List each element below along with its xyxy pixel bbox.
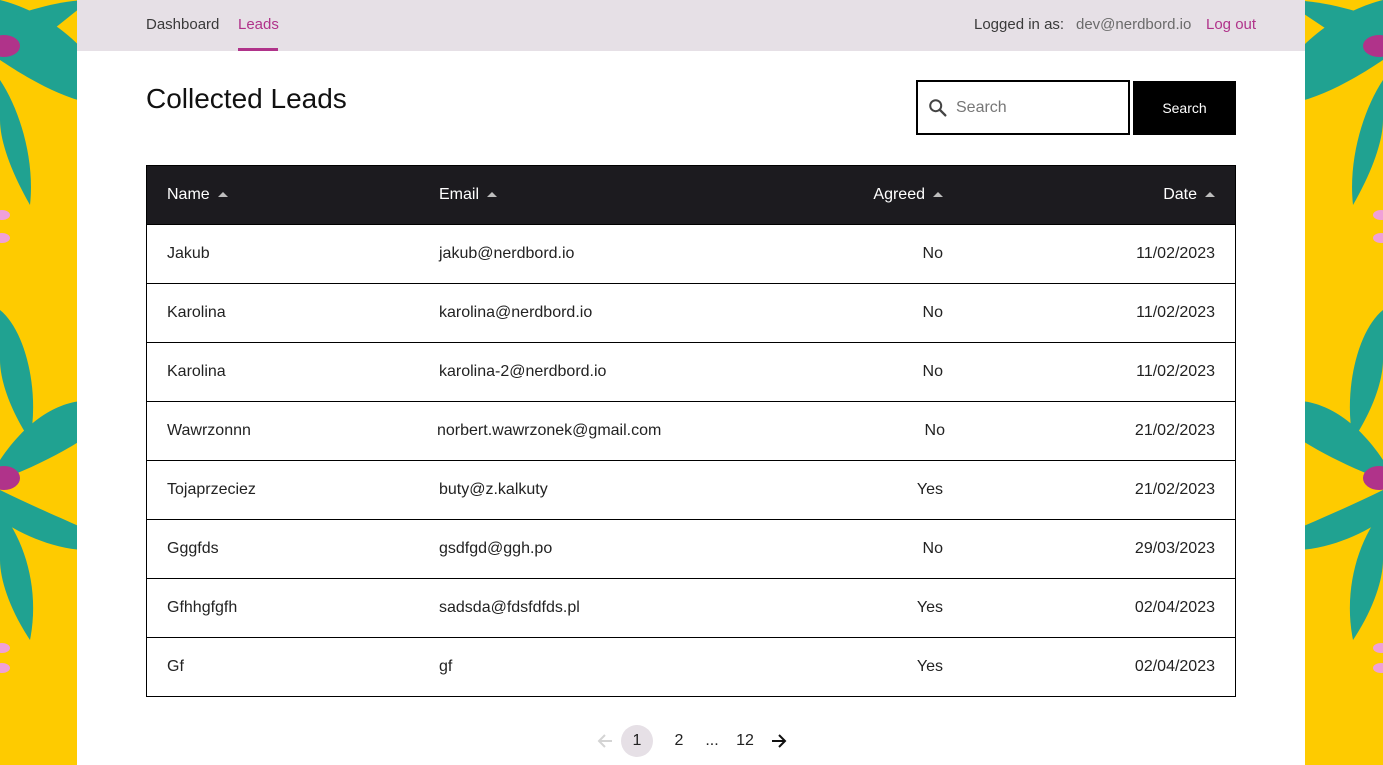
cell-agreed: No <box>922 363 943 380</box>
active-nav-indicator <box>238 48 278 51</box>
pagination-next-button[interactable] <box>763 725 795 757</box>
main-panel: Dashboard Leads Logged in as: dev@nerdbo… <box>77 0 1305 765</box>
cell-name: Karolina <box>167 363 226 380</box>
cell-agreed: Yes <box>916 658 943 675</box>
column-header-name[interactable]: Name <box>167 186 228 204</box>
cell-name: Gggfds <box>167 540 219 557</box>
cell-name: Wawrzonnn <box>167 422 251 439</box>
cell-email: buty@z.kalkuty <box>439 481 548 498</box>
arrow-right-icon <box>772 734 787 748</box>
column-header-date[interactable]: Date <box>1163 186 1215 204</box>
top-nav-bar: Dashboard Leads Logged in as: dev@nerdbo… <box>77 0 1305 51</box>
pagination: 1 2 ... 12 <box>77 725 1305 757</box>
cell-agreed: No <box>924 422 945 439</box>
cell-name: Tojaprzeciez <box>167 481 256 498</box>
cell-email: gf <box>439 658 453 675</box>
cell-email: jakub@nerdbord.io <box>439 245 575 262</box>
pagination-ellipsis: ... <box>705 732 719 749</box>
search-button[interactable]: Search <box>1133 81 1236 135</box>
table-row[interactable]: Tojaprzeciez buty@z.kalkuty Yes 21/02/20… <box>147 460 1235 519</box>
page-title: Collected Leads <box>146 83 347 114</box>
column-header-email[interactable]: Email <box>439 186 498 204</box>
pagination-page-2[interactable]: 2 <box>663 725 695 757</box>
cell-email: karolina@nerdbord.io <box>439 304 593 321</box>
cell-date: 21/02/2023 <box>1134 481 1215 498</box>
cell-email: karolina-2@nerdbord.io <box>439 363 607 380</box>
cell-date: 21/02/2023 <box>1134 422 1215 439</box>
logout-link[interactable]: Log out <box>1206 16 1256 33</box>
cell-name: Gf <box>167 658 184 675</box>
arrow-left-icon <box>597 734 612 748</box>
search-box <box>916 80 1130 135</box>
cell-email: sadsda@fdsfdfds.pl <box>439 599 580 616</box>
sort-ascending-icon <box>1205 191 1215 197</box>
pagination-page-1[interactable]: 1 <box>621 725 653 757</box>
sort-ascending-icon <box>487 191 498 197</box>
cell-date: 11/02/2023 <box>1136 304 1215 321</box>
cell-name: Jakub <box>167 245 210 262</box>
cell-agreed: Yes <box>916 599 943 616</box>
cell-agreed: No <box>922 304 943 321</box>
cell-date: 29/03/2023 <box>1134 540 1215 557</box>
cell-agreed: No <box>922 245 943 262</box>
table-row[interactable]: Karolina karolina@nerdbord.io No 11/02/2… <box>147 283 1235 342</box>
user-email: dev@nerdbord.io <box>1076 16 1192 33</box>
column-header-label: Email <box>439 186 480 203</box>
search-icon <box>929 99 947 117</box>
table-row[interactable]: Gfhhgfgfh sadsda@fdsfdfds.pl Yes 02/04/2… <box>147 578 1235 637</box>
table-row[interactable]: Gggfds gsdfgd@ggh.po No 29/03/2023 <box>147 519 1235 578</box>
cell-agreed: Yes <box>916 481 943 498</box>
cell-date: 11/02/2023 <box>1136 363 1215 380</box>
search-input[interactable] <box>956 91 1120 125</box>
pagination-prev-button[interactable] <box>589 725 621 757</box>
column-header-label: Name <box>167 186 210 203</box>
cell-email: norbert.wawrzonek@gmail.com <box>437 422 662 439</box>
nav-link-dashboard[interactable]: Dashboard <box>146 16 219 34</box>
cell-date: 02/04/2023 <box>1134 658 1215 675</box>
table-row[interactable]: Karolina karolina-2@nerdbord.io No 11/02… <box>147 342 1235 401</box>
column-header-agreed[interactable]: Agreed <box>873 186 943 204</box>
sort-ascending-icon <box>217 191 228 197</box>
table-row[interactable]: Wawrzonnn norbert.wawrzonek@gmail.com No… <box>147 401 1235 460</box>
table-header: Name Email Agreed Date <box>147 166 1235 224</box>
column-header-label: Agreed <box>873 186 925 203</box>
cell-email: gsdfgd@ggh.po <box>439 540 553 557</box>
table-row[interactable]: Gf gf Yes 02/04/2023 <box>147 637 1235 696</box>
sort-ascending-icon <box>933 191 943 197</box>
leads-table: Name Email Agreed Date Jakub jakub@nerdb… <box>146 165 1236 697</box>
cell-agreed: No <box>922 540 943 557</box>
pagination-page-12[interactable]: 12 <box>729 725 761 757</box>
cell-name: Gfhhgfgfh <box>167 599 238 616</box>
cell-date: 02/04/2023 <box>1134 599 1215 616</box>
logged-in-label: Logged in as: <box>974 16 1065 33</box>
nav-link-leads[interactable]: Leads <box>238 16 279 34</box>
cell-date: 11/02/2023 <box>1136 245 1215 262</box>
column-header-label: Date <box>1163 186 1197 203</box>
cell-name: Karolina <box>167 304 226 321</box>
table-row[interactable]: Jakub jakub@nerdbord.io No 11/02/2023 <box>147 224 1235 283</box>
